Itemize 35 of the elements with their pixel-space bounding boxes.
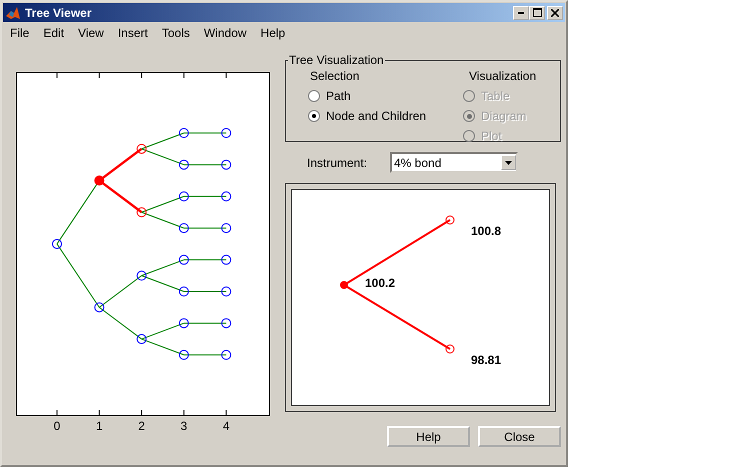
close-icon: [551, 8, 559, 16]
menu-item[interactable]: Insert: [118, 26, 148, 40]
node-value: 100.8: [471, 224, 502, 238]
close-dialog-button[interactable]: Close: [478, 426, 561, 447]
dropdown-arrow-icon: [505, 160, 512, 164]
section-label: Selection: [310, 69, 360, 83]
app-logo-icon: [5, 4, 21, 20]
axis-tick-label: 4: [222, 419, 231, 433]
menu-item[interactable]: File: [10, 26, 30, 40]
menu-item[interactable]: Window: [204, 26, 247, 40]
maximize-button[interactable]: [529, 6, 545, 20]
node-value: 98.81: [471, 353, 502, 367]
menu-item[interactable]: View: [78, 26, 104, 40]
axis-tick-label: 3: [180, 419, 188, 433]
radio-label[interactable]: Node and Children: [326, 109, 426, 123]
window-title: Tree Viewer: [25, 6, 92, 20]
node-value: 100.2: [365, 276, 396, 290]
instrument-dropdown[interactable]: 4% bond: [390, 152, 518, 173]
maximize-icon: [532, 8, 542, 17]
instrument-label: Instrument:: [306, 156, 368, 170]
axis-tick-label: 1: [94, 419, 104, 433]
minimize-button[interactable]: [513, 6, 529, 20]
help-button[interactable]: Help: [387, 426, 470, 447]
axis-tick-label: 0: [52, 419, 62, 433]
radio-button[interactable]: [308, 90, 320, 102]
minimize-icon: [518, 12, 524, 14]
menu-item[interactable]: Edit: [43, 26, 64, 40]
group-title: Tree Visualization: [288, 53, 385, 67]
radio-button[interactable]: [308, 110, 320, 122]
axis-tick-label: 2: [137, 419, 146, 433]
close-button[interactable]: [547, 6, 563, 20]
menu-item[interactable]: Tools: [162, 26, 190, 40]
section-label: Visualization: [469, 69, 536, 83]
menu-item[interactable]: Help: [260, 26, 286, 40]
radio-label[interactable]: Path: [326, 89, 351, 103]
